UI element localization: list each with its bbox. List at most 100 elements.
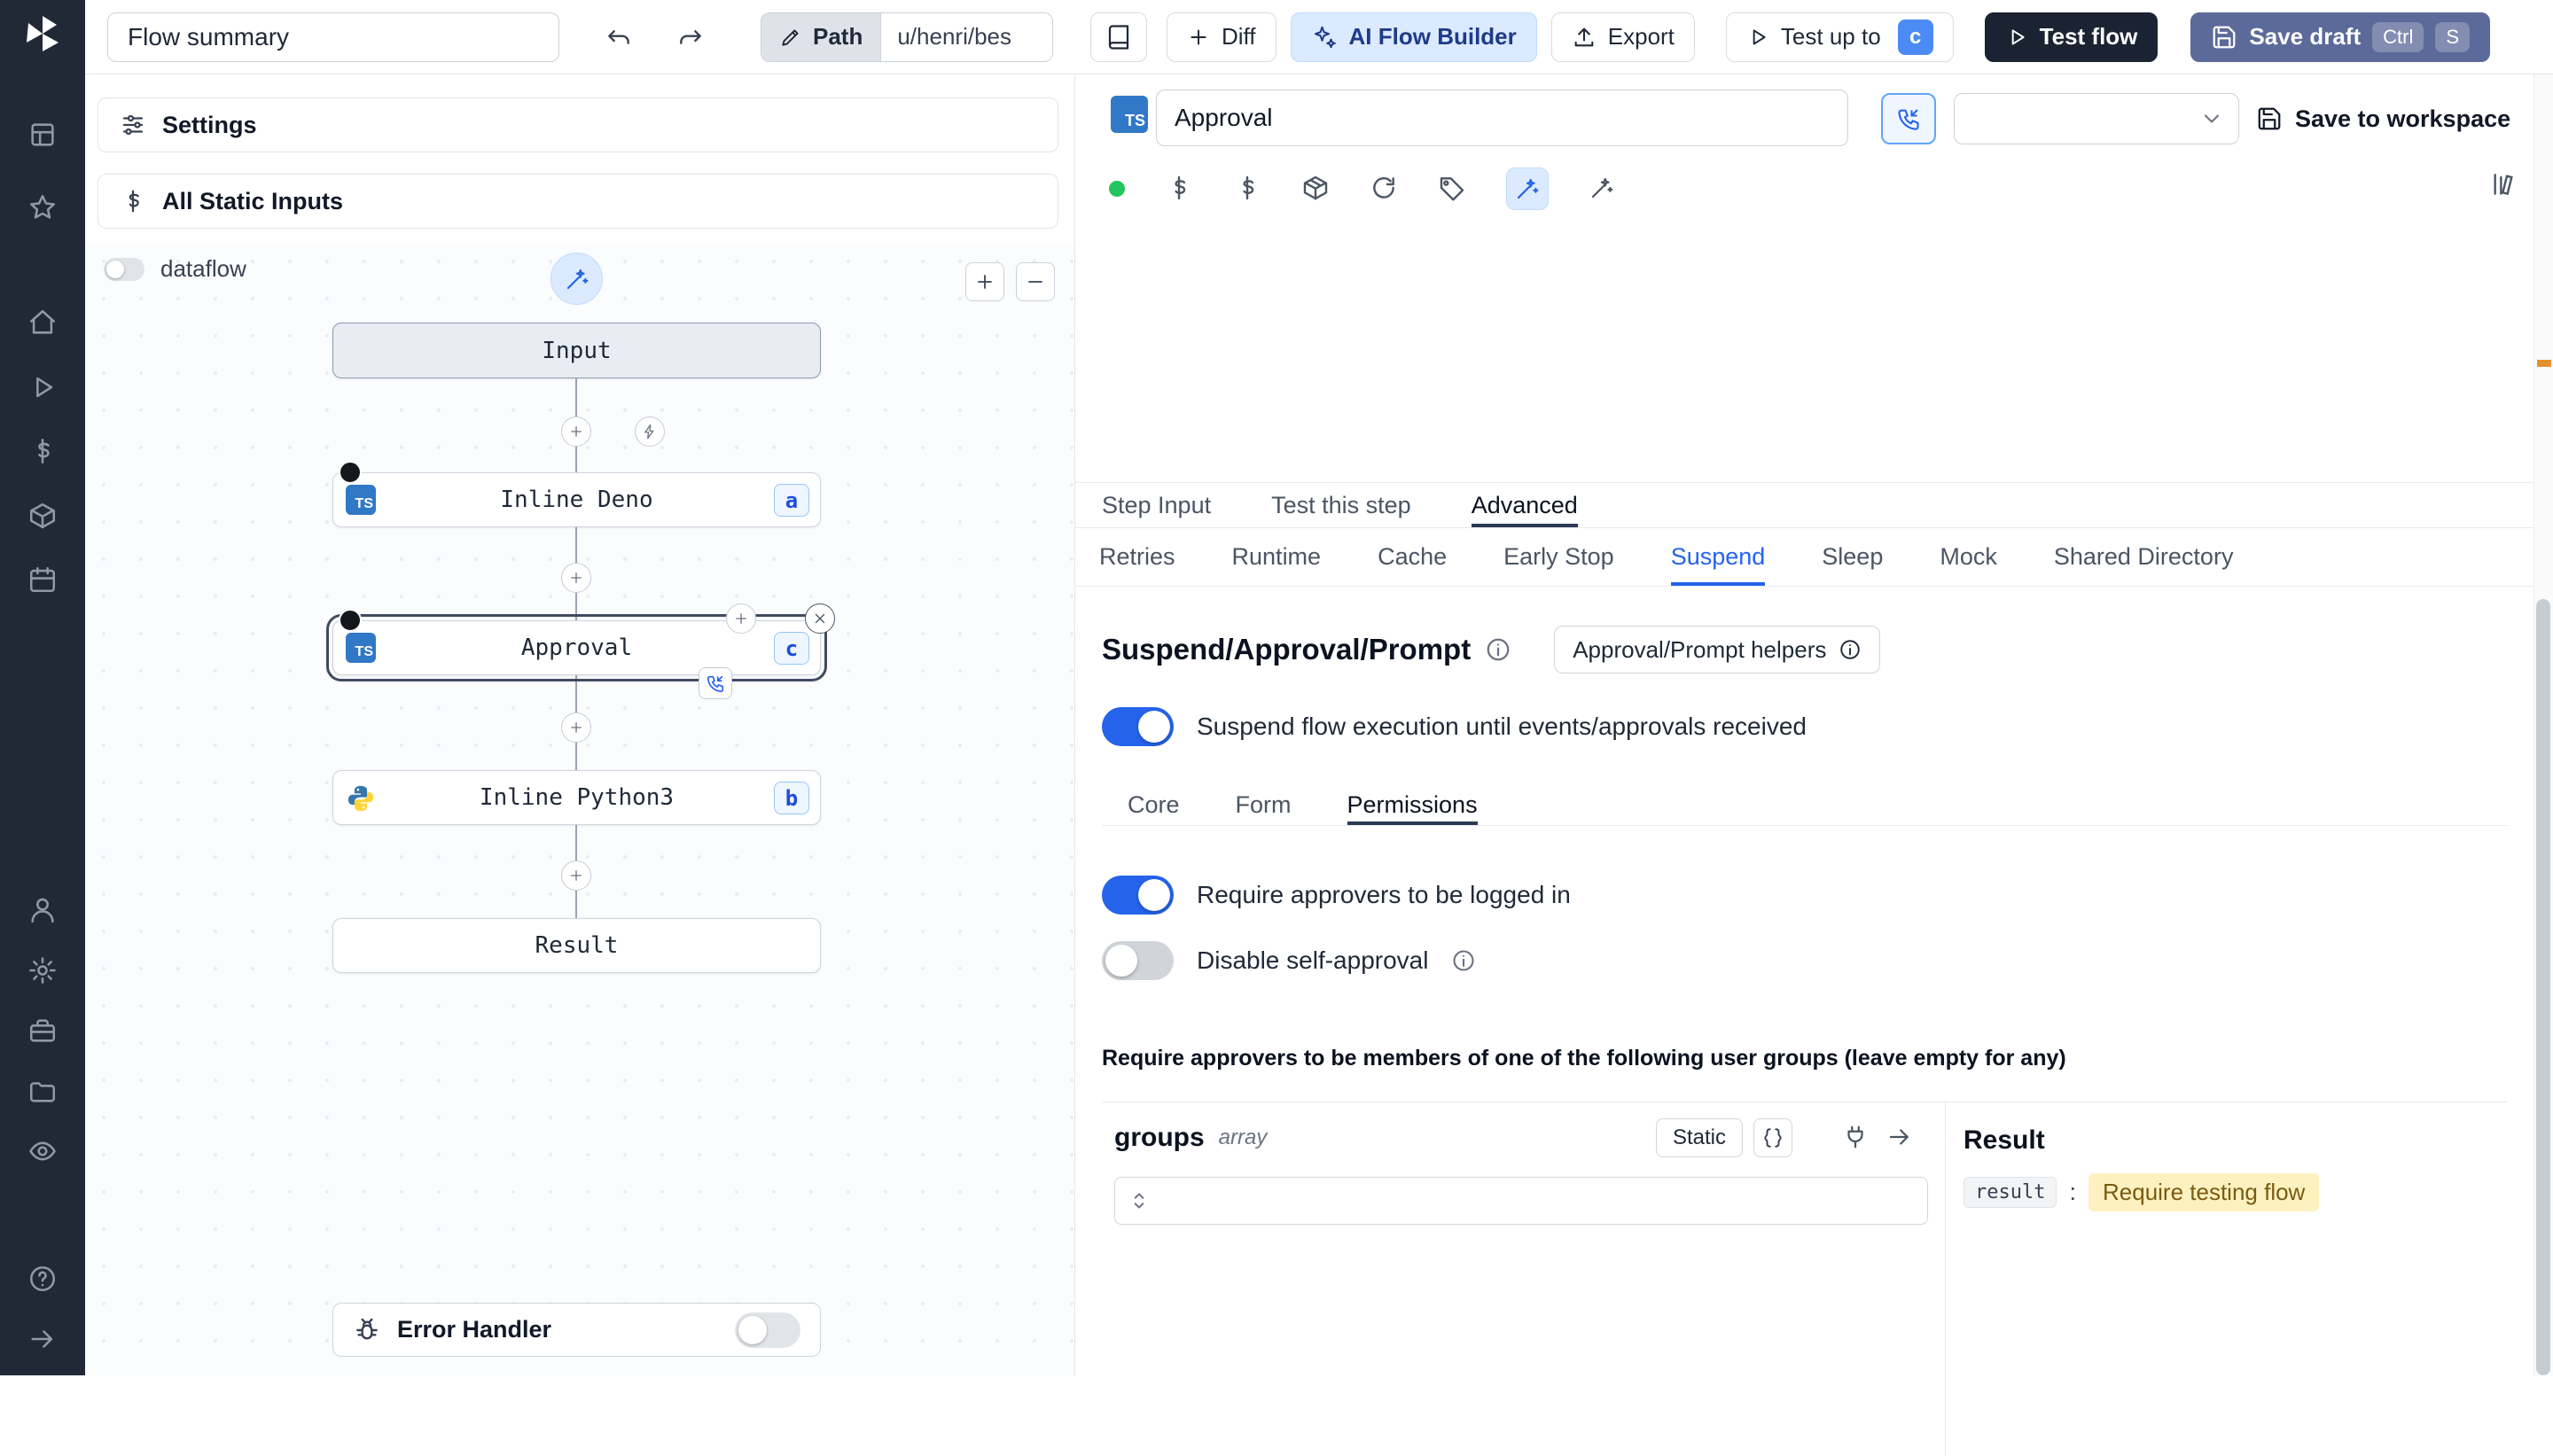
documentation-button[interactable]: [1090, 12, 1147, 62]
suspend-step-button[interactable]: [1881, 93, 1936, 144]
apply-arrow-button[interactable]: [1886, 1124, 1913, 1153]
save-draft-ctrl-key: Ctrl: [2372, 21, 2424, 52]
tab-cache[interactable]: Cache: [1378, 528, 1447, 586]
add-step-button-2[interactable]: [561, 563, 591, 593]
info-icon[interactable]: [1485, 636, 1511, 663]
suspend-sub-tabs: Core Form Permissions: [1102, 785, 2507, 826]
disable-self-approval-row: Disable self-approval: [1102, 941, 2507, 980]
sidebar-expand-button[interactable]: [0, 1320, 85, 1359]
sidebar-item-resources[interactable]: [0, 496, 85, 535]
sidebar-item-users[interactable]: [0, 891, 85, 930]
approval-prompt-helpers-label: Approval/Prompt helpers: [1573, 635, 1827, 663]
star-icon: [27, 192, 58, 222]
ai-fix-button[interactable]: [1589, 175, 1615, 204]
tab-step-input[interactable]: Step Input: [1102, 483, 1211, 527]
error-handler-row[interactable]: Error Handler: [332, 1303, 821, 1357]
flow-settings-row[interactable]: Settings: [98, 97, 1058, 152]
delete-step-button[interactable]: [805, 603, 835, 634]
tab-core[interactable]: Core: [1128, 785, 1180, 825]
flow-node-inline-deno[interactable]: TS Inline Deno a: [332, 461, 821, 527]
flow-node-input[interactable]: Input: [332, 323, 821, 378]
static-mode-button[interactable]: Static: [1655, 1118, 1743, 1157]
diff-button[interactable]: Diff: [1167, 12, 1276, 62]
tab-test-this-step[interactable]: Test this step: [1271, 483, 1411, 527]
sidebar-item-workers[interactable]: [0, 1011, 85, 1050]
flow-summary-input[interactable]: [107, 12, 559, 62]
windmill-logo-icon[interactable]: [0, 12, 85, 55]
approval-prompt-helpers-button[interactable]: Approval/Prompt helpers: [1554, 626, 1881, 673]
move-step-button[interactable]: [726, 603, 756, 634]
scrollbar-thumb[interactable]: [2536, 599, 2550, 1375]
path-button[interactable]: Path u/henri/bes: [761, 12, 1053, 62]
add-resource-button[interactable]: [1233, 174, 1261, 205]
tab-retries[interactable]: Retries: [1099, 528, 1175, 586]
tab-shared-directory[interactable]: Shared Directory: [2054, 528, 2234, 586]
sidebar-item-workspace[interactable]: [0, 115, 85, 154]
require-login-toggle[interactable]: [1102, 876, 1174, 915]
sidebar-item-favorites[interactable]: [0, 188, 85, 227]
package-explorer-button[interactable]: [1301, 174, 1330, 205]
ai-assistant-button[interactable]: [1506, 167, 1549, 210]
all-static-inputs-row[interactable]: All Static Inputs: [98, 174, 1058, 229]
export-button[interactable]: Export: [1550, 12, 1695, 62]
dataflow-toggle[interactable]: [104, 257, 144, 281]
info-icon[interactable]: [1451, 948, 1476, 973]
vertical-scrollbar[interactable]: [2533, 74, 2553, 1375]
add-step-button-1[interactable]: [561, 417, 591, 447]
code-editor[interactable]: [1075, 214, 2533, 482]
toggle-knob: [1138, 711, 1170, 743]
test-flow-button[interactable]: Test flow: [1984, 12, 2159, 62]
plus-icon: [568, 868, 584, 884]
script-template-select[interactable]: [1954, 93, 2239, 144]
add-step-button-4[interactable]: [561, 860, 591, 891]
ai-step-wand-button[interactable]: [550, 253, 603, 305]
suspend-execution-toggle[interactable]: [1102, 707, 1174, 746]
step-name-input[interactable]: [1156, 90, 1848, 146]
add-trigger-button[interactable]: [635, 417, 665, 447]
tag-button[interactable]: [1438, 174, 1466, 205]
zoom-out-button[interactable]: [1016, 262, 1055, 301]
zoom-in-button[interactable]: [965, 262, 1004, 301]
tab-sleep[interactable]: Sleep: [1822, 528, 1883, 586]
sidebar-item-schedules[interactable]: [0, 560, 85, 599]
tab-form[interactable]: Form: [1236, 785, 1292, 825]
sidebar-item-home[interactable]: [0, 303, 85, 342]
tab-early-stop[interactable]: Early Stop: [1503, 528, 1614, 586]
redo-button[interactable]: [664, 12, 716, 62]
test-up-to-button[interactable]: Test up to c: [1725, 12, 1954, 62]
save-icon: [2256, 105, 2283, 132]
bug-icon: [353, 1316, 381, 1344]
flow-node-result[interactable]: Result: [332, 918, 821, 973]
tab-mock[interactable]: Mock: [1940, 528, 1997, 586]
ai-flow-builder-button[interactable]: AI Flow Builder: [1290, 12, 1537, 62]
sidebar-item-variables[interactable]: [0, 432, 85, 471]
undo-button[interactable]: [592, 12, 644, 62]
tab-permissions[interactable]: Permissions: [1347, 785, 1478, 825]
dollar-icon: [27, 436, 58, 466]
flow-node-inline-python3[interactable]: Inline Python3 b: [332, 770, 821, 825]
tab-runtime[interactable]: Runtime: [1232, 528, 1322, 586]
add-variable-button[interactable]: [1165, 174, 1193, 205]
save-to-workspace-button[interactable]: Save to workspace: [2256, 93, 2510, 144]
error-handler-toggle[interactable]: [735, 1312, 800, 1348]
result-key-chip[interactable]: result: [1964, 1177, 2057, 1208]
sidebar-item-runs[interactable]: [0, 368, 85, 407]
advanced-tabs: Retries Runtime Cache Early Stop Suspend…: [1075, 528, 2533, 587]
tab-suspend[interactable]: Suspend: [1671, 528, 1766, 586]
connect-input-button[interactable]: [1842, 1124, 1869, 1153]
library-panel-button[interactable]: [2489, 170, 2518, 201]
add-step-button-3[interactable]: [561, 712, 591, 743]
tab-advanced[interactable]: Advanced: [1472, 483, 1578, 527]
sidebar-item-audit[interactable]: [0, 1132, 85, 1171]
disable-self-approval-toggle[interactable]: [1102, 941, 1174, 980]
sidebar-item-folders[interactable]: [0, 1071, 85, 1110]
sidebar-item-settings[interactable]: [0, 951, 85, 990]
refresh-icon: [1370, 174, 1398, 202]
save-draft-button[interactable]: Save draft Ctrl S: [2190, 12, 2491, 62]
redo-icon: [676, 23, 705, 51]
sidebar-item-help[interactable]: [0, 1259, 85, 1298]
reload-button[interactable]: [1370, 174, 1398, 205]
raw-editor-toggle-button[interactable]: [1753, 1118, 1792, 1157]
groups-array-input[interactable]: [1114, 1177, 1928, 1225]
typescript-icon: TS: [1111, 96, 1148, 133]
